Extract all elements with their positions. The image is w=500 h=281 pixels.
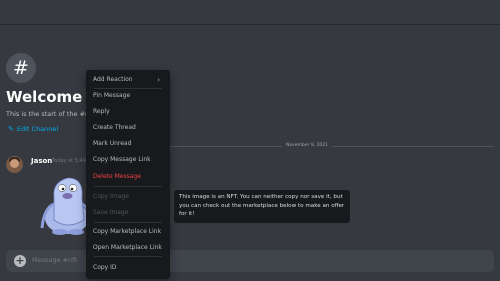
menu-item-open-marketplace-link[interactable]: Open Marketplace Link	[90, 241, 166, 255]
menu-item-label: Add Reaction	[93, 76, 133, 83]
add-attachment-icon[interactable]: +	[14, 255, 26, 267]
menu-item-copy-marketplace-link[interactable]: Copy Marketplace Link	[90, 225, 166, 239]
menu-item-create-thread[interactable]: Create Thread	[90, 121, 166, 135]
menu-item-reply[interactable]: Reply	[90, 105, 166, 119]
edit-channel-link[interactable]: ✎ Edit Channel	[8, 125, 58, 133]
avatar[interactable]	[6, 156, 23, 173]
menu-item-pin-message[interactable]: Pin Message	[90, 89, 166, 103]
edit-channel-label: Edit Channel	[16, 125, 59, 133]
menu-divider	[94, 256, 162, 257]
menu-item-mark-unread[interactable]: Mark Unread	[90, 137, 166, 151]
channel-header	[0, 0, 500, 24]
menu-divider	[94, 222, 162, 223]
menu-divider	[94, 186, 162, 187]
message-input[interactable]: Message #nft	[32, 256, 77, 264]
nft-tooltip: This image is an NFT. You can neither co…	[174, 190, 350, 223]
menu-item-copy-message-link[interactable]: Copy Message Link	[90, 153, 166, 167]
menu-item-delete-message[interactable]: Delete Message	[90, 170, 166, 184]
chevron-right-icon: ›	[157, 76, 160, 84]
message-input-bar[interactable]: + Message #nft	[6, 250, 494, 272]
menu-item-copy-id[interactable]: Copy ID	[90, 261, 166, 275]
menu-item-copy-image: Copy Image	[93, 193, 129, 200]
context-menu: Add Reaction › Pin Message Reply Create …	[86, 70, 170, 279]
menu-item-add-reaction[interactable]: Add Reaction ›	[90, 73, 166, 87]
channel-start-text: This is the start of the #nft	[6, 110, 94, 118]
menu-item-save-image: Save Image	[93, 209, 129, 216]
pencil-icon: ✎	[8, 125, 14, 133]
message-author[interactable]: Jason	[31, 157, 52, 165]
avatar-face	[10, 159, 19, 168]
message-timestamp: Today at 5:49	[52, 158, 86, 164]
channel-hash-icon: #	[6, 53, 36, 83]
date-divider-label: November 9, 2021	[282, 143, 333, 148]
